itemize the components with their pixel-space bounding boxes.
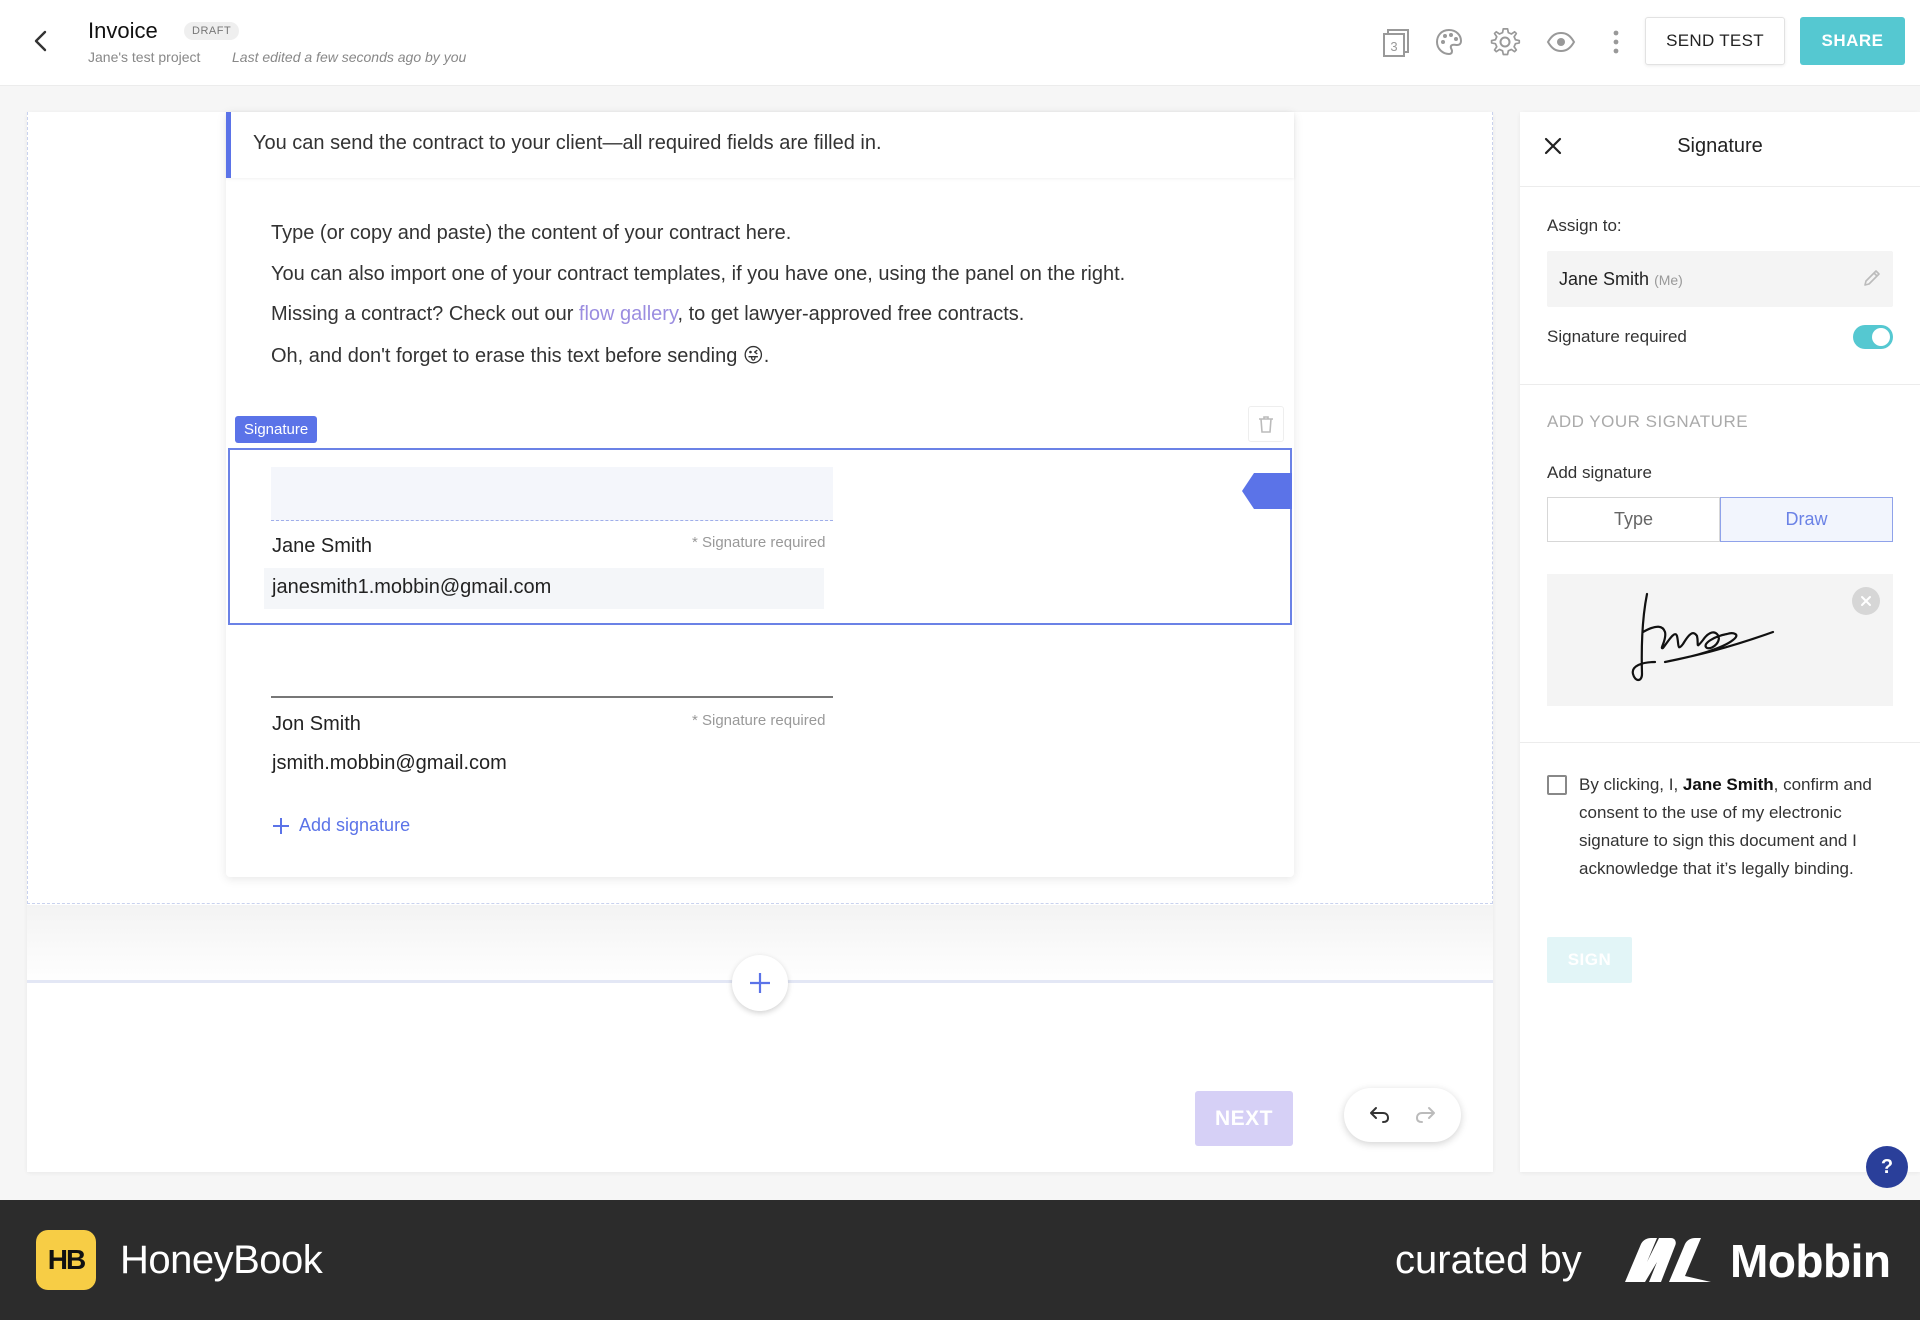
draw-mode-tab[interactable]: Draw [1720,497,1893,542]
assignee-field[interactable]: Jane Smith (Me) [1547,251,1893,307]
consent-part: By clicking, I, [1579,775,1683,794]
preview-button[interactable] [1543,24,1579,60]
drag-handle-icon[interactable] [1242,473,1292,509]
pages-button[interactable]: 3 [1378,24,1414,60]
ready-notice: You can send the contract to your client… [226,112,1294,178]
more-vertical-icon [1613,30,1619,54]
assignee-text: Jane Smith (Me) [1559,269,1683,290]
delete-block-button[interactable] [1248,406,1284,442]
add-signature-button[interactable]: Add signature [271,815,410,836]
undo-redo-group [1344,1088,1461,1142]
contract-text-line[interactable]: Missing a contract? Check out our flow g… [271,303,1024,326]
brand-name: HoneyBook [120,1238,323,1282]
status-badge: DRAFT [184,22,240,40]
help-button[interactable]: ? [1866,1146,1908,1188]
eye-icon [1546,31,1576,53]
contract-text-segment: Missing a contract? Check out our [271,303,579,325]
panel-divider [1520,186,1920,187]
pages-count: 3 [1390,39,1397,54]
back-icon [34,30,47,52]
add-your-signature-heading: ADD YOUR SIGNATURE [1547,412,1749,431]
plus-icon [750,973,770,993]
close-icon [1861,596,1871,606]
signature-block-tag: Signature [235,416,318,443]
send-test-button[interactable]: SEND TEST [1645,17,1785,65]
sign-button[interactable]: SIGN [1547,937,1632,983]
undo-icon[interactable] [1368,1103,1392,1127]
assignee-me: (Me) [1654,272,1683,288]
signature-required-note: * Signature required [692,534,826,551]
redo-icon[interactable] [1413,1103,1437,1127]
flow-gallery-link[interactable]: flow gallery [579,303,678,325]
page-title: Invoice [88,18,158,43]
curated-by-text: curated by [1395,1238,1582,1282]
add-section-button[interactable] [732,955,788,1011]
drawn-signature [1631,592,1775,682]
footer-banner: HB HoneyBook curated by Mobbin [0,1200,1920,1320]
project-name[interactable]: Jane's test project [88,49,200,65]
signer-email: jsmith.mobbin@gmail.com [272,752,507,774]
clear-signature-button[interactable] [1852,587,1880,615]
signature-pad-jane[interactable] [271,467,833,521]
plus-icon [273,817,289,834]
pencil-icon[interactable] [1861,267,1883,289]
panel-title: Signature [1677,135,1763,157]
curator-name: Mobbin [1730,1235,1891,1287]
signer-email[interactable]: janesmith1.mobbin@gmail.com [264,568,824,609]
add-signature-label: Add signature [299,815,411,835]
mobbin-logo-icon [1625,1238,1711,1282]
toggle-knob [1872,328,1890,346]
theme-button[interactable] [1431,24,1467,60]
contract-text-segment: , to get lawyer-approved free contracts. [677,303,1025,325]
honeybook-logo: HB [36,1230,96,1290]
signature-required-note: * Signature required [692,712,826,729]
palette-icon [1435,28,1463,56]
draw-signature-canvas[interactable] [1547,574,1893,706]
type-mode-tab[interactable]: Type [1547,497,1720,542]
assign-to-label: Assign to: [1547,216,1622,235]
more-options-button[interactable] [1598,24,1634,60]
contract-text-line[interactable]: Type (or copy and paste) the content of … [271,222,791,245]
share-button[interactable]: SHARE [1800,17,1905,65]
pages-icon: 3 [1383,29,1409,57]
signer-name: Jon Smith [272,713,361,735]
settings-button[interactable] [1487,24,1523,60]
trash-icon [1259,416,1273,433]
panel-divider [1520,742,1920,743]
contract-text-line[interactable]: You can also import one of your contract… [271,263,1125,286]
consent-text: By clicking, I, Jane Smith, confirm and … [1579,771,1879,883]
notice-text: You can send the contract to your client… [253,132,882,154]
last-edited-text: Last edited a few seconds ago by you [232,49,467,65]
back-button[interactable] [26,26,56,56]
consent-signer-name: Jane Smith [1682,775,1774,794]
add-signature-label: Add signature [1547,463,1652,482]
signature-line-jon [271,696,833,698]
consent-checkbox[interactable] [1547,775,1567,795]
top-bar: Invoice DRAFT Jane's test project Last e… [0,0,1920,86]
next-button[interactable]: NEXT [1195,1091,1293,1146]
signature-required-label: Signature required [1547,327,1687,346]
signer-name: Jane Smith [272,535,373,557]
panel-divider [1520,384,1920,385]
gear-icon [1490,27,1521,56]
signature-required-toggle[interactable] [1853,325,1893,349]
assignee-name: Jane Smith [1559,269,1650,289]
contract-text-line[interactable]: Oh, and don't forget to erase this text … [271,343,769,368]
